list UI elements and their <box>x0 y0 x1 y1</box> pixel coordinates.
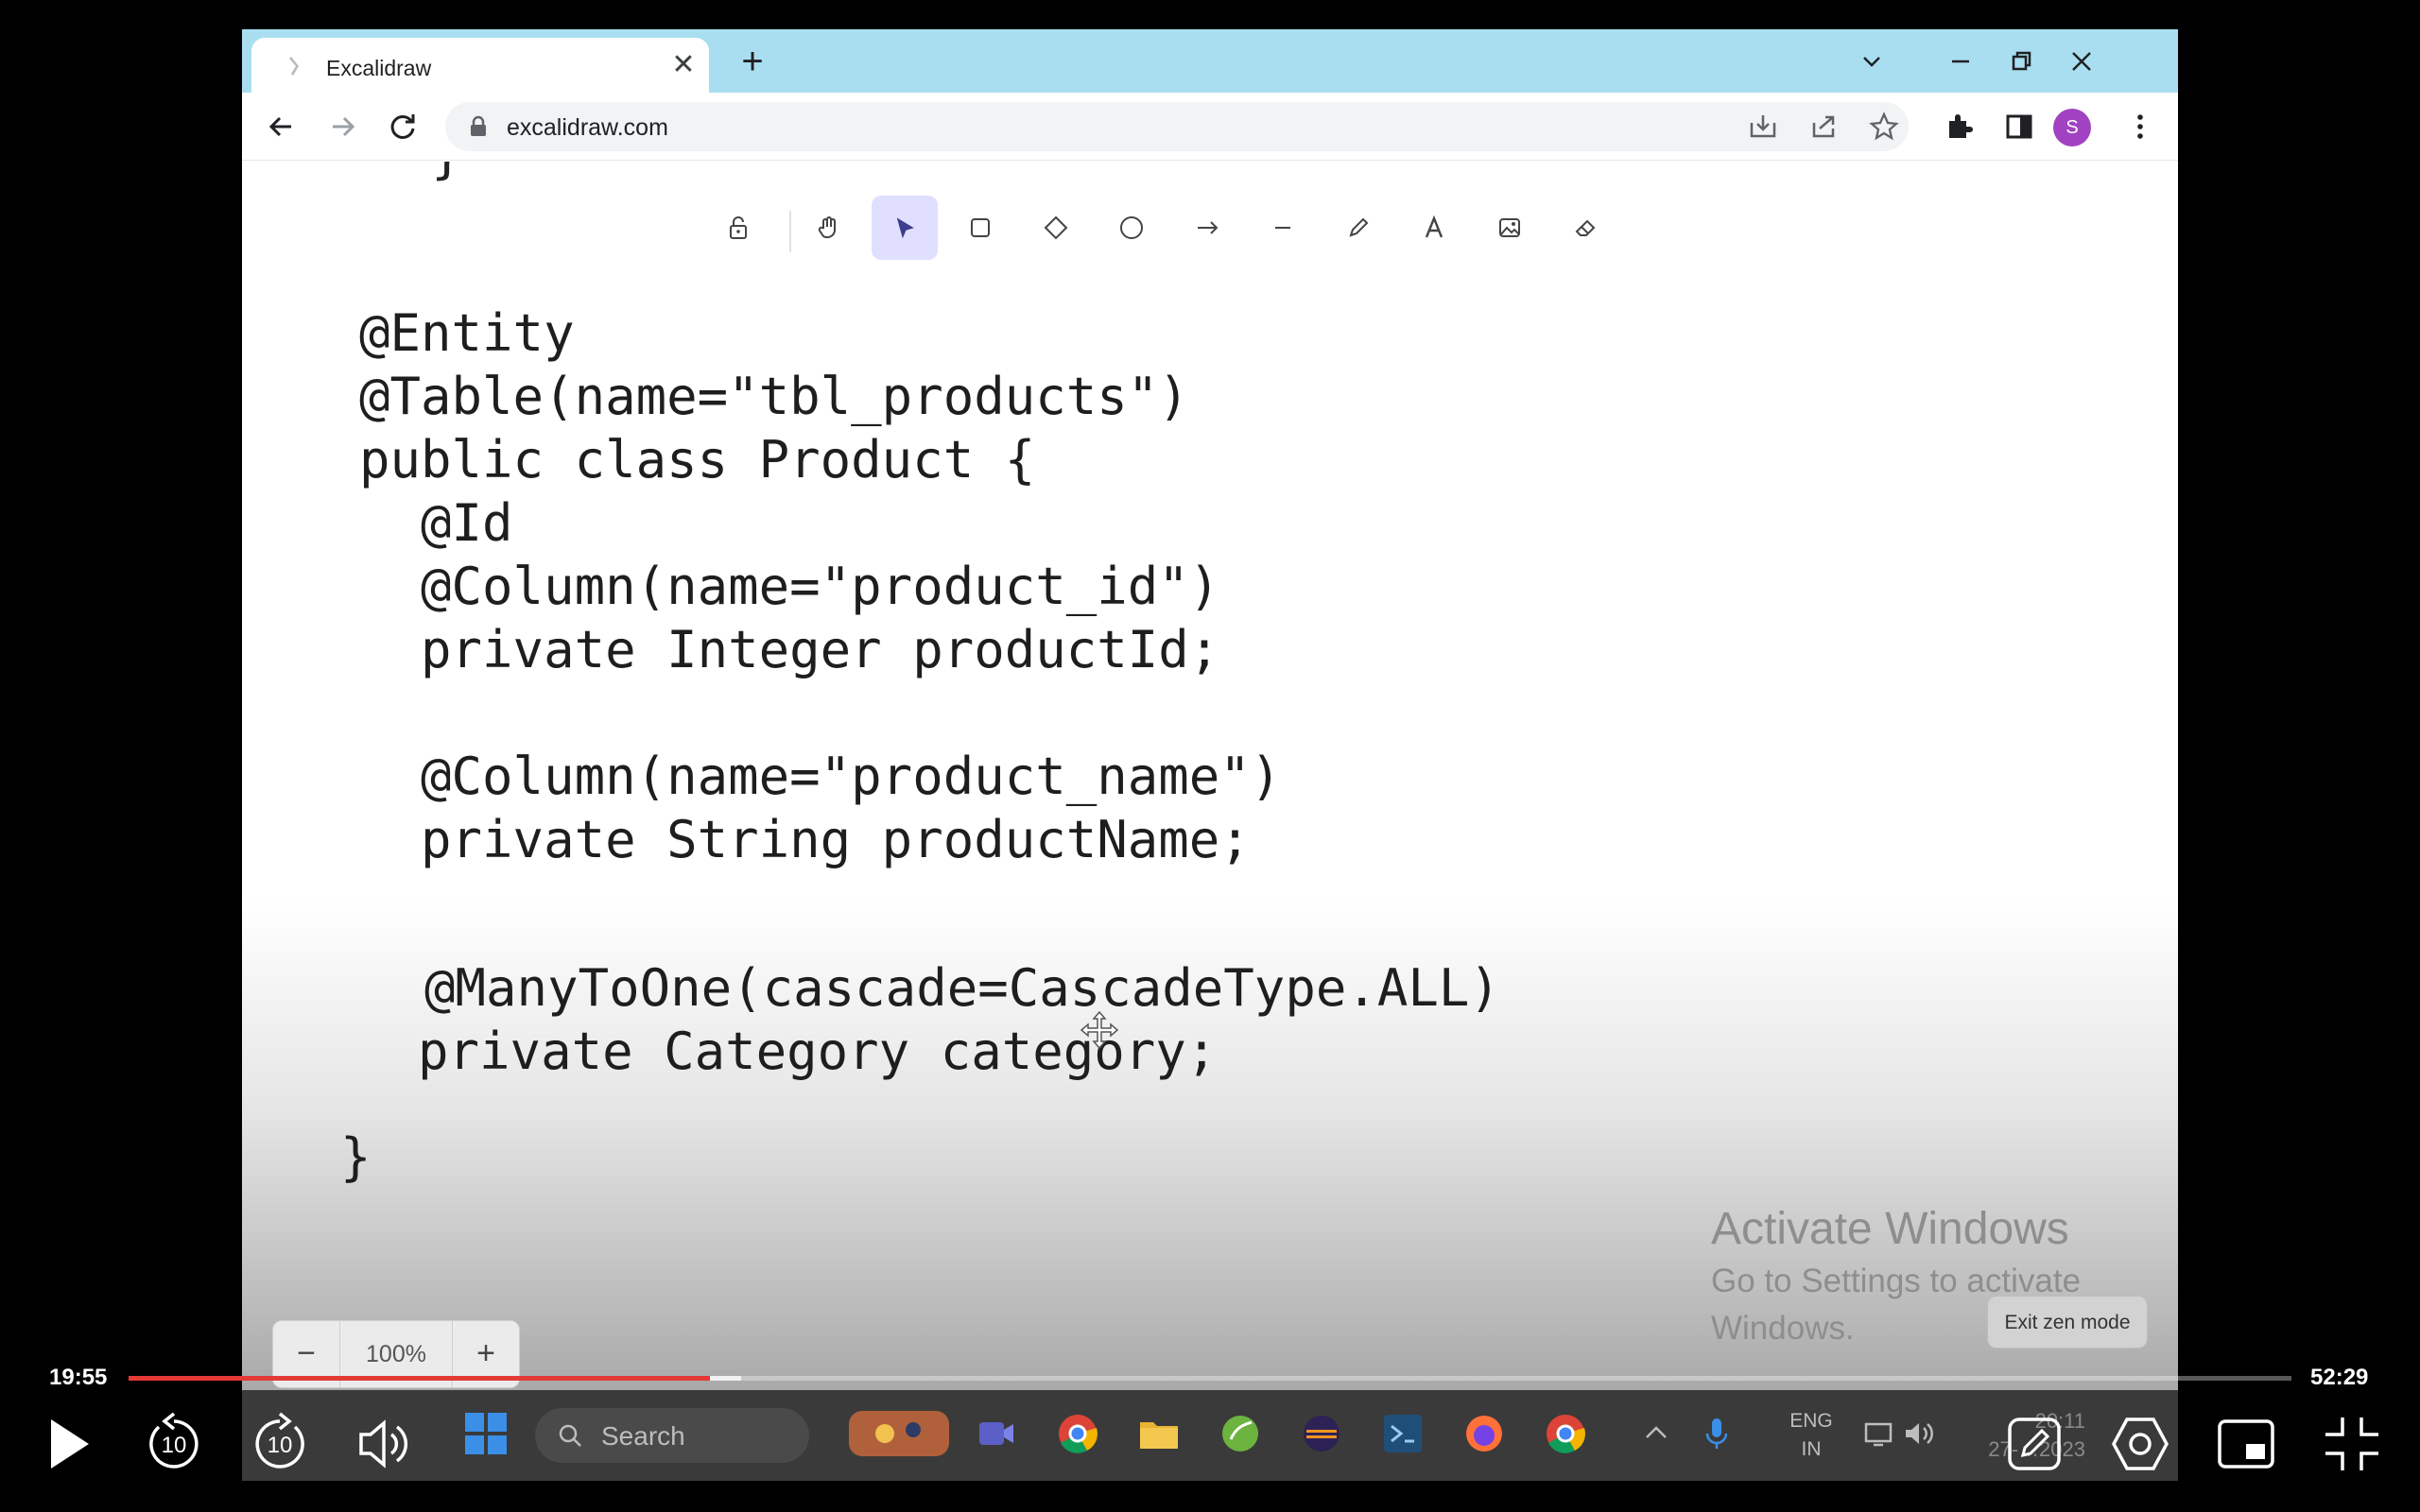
profile-avatar[interactable]: S <box>2053 109 2091 146</box>
code-line: @Table(name="tbl_products") <box>359 367 1189 426</box>
code-line: } <box>340 1127 372 1187</box>
annotate-pencil-icon[interactable] <box>1998 1408 2070 1480</box>
video-call-app-icon[interactable] <box>970 1407 1023 1460</box>
code-line: private Integer productId; <box>359 620 1220 679</box>
browser-window: Excalidraw ✕ + excalidraw.com S @Entity … <box>242 29 2178 1390</box>
move-cursor-icon <box>1078 1008 1121 1052</box>
region-code: IN <box>1801 1438 1822 1460</box>
rectangle-tool-icon[interactable] <box>947 196 1013 260</box>
code-line: @Column(name="product_name") <box>359 747 1282 806</box>
code-line: @Column(name="product_id") <box>359 557 1220 616</box>
search-placeholder: Search <box>601 1421 685 1451</box>
eraser-tool-icon[interactable] <box>1552 196 1618 260</box>
spring-tool-icon[interactable] <box>1214 1407 1267 1460</box>
lock-tool-icon[interactable] <box>705 196 771 260</box>
forward-icon[interactable] <box>321 106 363 147</box>
install-app-icon[interactable] <box>1746 110 1780 144</box>
windows-taskbar: Search ENG IN 20:11 27-…2023 <box>242 1390 2178 1481</box>
chrome-menu-icon[interactable] <box>2121 108 2159 146</box>
tab-strip: Excalidraw ✕ + <box>242 29 2178 93</box>
text-tool-icon[interactable] <box>1401 196 1467 260</box>
settings-icon[interactable] <box>2104 1408 2176 1480</box>
tab-excalidraw[interactable]: Excalidraw ✕ <box>251 38 709 93</box>
image-tool-icon[interactable] <box>1477 196 1543 260</box>
file-explorer-icon[interactable] <box>1132 1407 1185 1460</box>
share-icon[interactable] <box>1806 110 1841 144</box>
rewind-seconds-label: 10 <box>162 1433 187 1458</box>
exit-zen-mode-button[interactable]: Exit zen mode <box>1987 1296 2148 1349</box>
omnibar: excalidraw.com S <box>242 93 2178 161</box>
back-icon[interactable] <box>261 106 302 147</box>
reload-icon[interactable] <box>382 106 424 147</box>
input-language[interactable]: ENG IN <box>1773 1407 1849 1464</box>
forward-10-icon[interactable]: 10 <box>244 1408 316 1480</box>
extensions-puzzle-icon[interactable] <box>1940 108 1978 146</box>
video-player-screen: Excalidraw ✕ + excalidraw.com S @Entity … <box>0 0 2420 1512</box>
selection-tool-icon[interactable] <box>872 196 938 260</box>
tab-title: Excalidraw <box>326 56 432 80</box>
url-text: excalidraw.com <box>507 114 668 141</box>
code-line: private String productName; <box>359 810 1251 869</box>
code-editor-icon[interactable] <box>1376 1407 1429 1460</box>
seek-bar-progress <box>129 1376 710 1381</box>
arrow-tool-icon[interactable] <box>1174 196 1240 260</box>
forward-seconds-label: 10 <box>268 1433 293 1458</box>
code-line: public class Product { <box>359 430 1036 490</box>
language-code: ENG <box>1789 1410 1833 1432</box>
diamond-tool-icon[interactable] <box>1023 196 1089 260</box>
excalidraw-toolbar <box>730 194 1944 262</box>
hand-tool-icon[interactable] <box>796 196 862 260</box>
firefox-icon[interactable] <box>1458 1407 1511 1460</box>
tab-search-icon[interactable] <box>1853 43 1891 80</box>
excalidraw-canvas[interactable]: } @Entity @Table(name="tbl_products") pu… <box>242 162 2178 1390</box>
taskbar-search[interactable]: Search <box>535 1408 809 1463</box>
side-panel-icon[interactable] <box>2000 108 2038 146</box>
lock-icon[interactable] <box>468 115 489 138</box>
windows-start-icon[interactable] <box>459 1407 512 1460</box>
network-icon[interactable] <box>1858 1407 1900 1460</box>
microphone-icon[interactable] <box>1696 1407 1737 1460</box>
minimize-icon[interactable] <box>1942 43 1979 80</box>
excalidraw-favicon-icon <box>285 55 304 77</box>
play-icon[interactable] <box>32 1408 104 1480</box>
eclipse-ide-icon[interactable] <box>1295 1407 1348 1460</box>
chrome-taskbar-icon[interactable] <box>1051 1407 1104 1460</box>
picture-in-picture-icon[interactable] <box>2210 1408 2282 1480</box>
code-line: @Id <box>359 493 513 553</box>
new-tab-button[interactable]: + <box>735 43 769 80</box>
total-duration: 52:29 <box>2310 1365 2369 1390</box>
rewind-10-icon[interactable]: 10 <box>138 1408 210 1480</box>
code-line: @Entity <box>359 303 575 363</box>
ellipse-tool-icon[interactable] <box>1098 196 1165 260</box>
address-bar[interactable]: excalidraw.com <box>445 102 1909 151</box>
volume-speaker-icon[interactable] <box>350 1408 422 1480</box>
watermark-title: Activate Windows <box>1711 1204 2069 1254</box>
bookmark-star-icon[interactable] <box>1867 110 1901 144</box>
code-line: @ManyToOne(cascade=CascadeType.ALL) <box>363 958 1500 1018</box>
exit-fullscreen-icon[interactable] <box>2316 1408 2388 1480</box>
current-time: 19:55 <box>49 1365 108 1390</box>
toolbar-divider <box>789 211 791 252</box>
pencil-tool-icon[interactable] <box>1325 196 1392 260</box>
seek-bar[interactable] <box>129 1376 2291 1381</box>
line-tool-icon[interactable] <box>1250 196 1316 260</box>
chrome-active-taskbar-icon[interactable] <box>1539 1407 1592 1460</box>
close-window-icon[interactable] <box>2063 43 2100 80</box>
widget-thumbnail-icon[interactable] <box>847 1407 951 1460</box>
tray-chevron-icon[interactable] <box>1635 1407 1677 1460</box>
search-icon <box>556 1421 584 1450</box>
restore-icon[interactable] <box>2002 43 2040 80</box>
volume-icon[interactable] <box>1898 1407 1940 1460</box>
close-tab-icon[interactable]: ✕ <box>669 51 698 79</box>
